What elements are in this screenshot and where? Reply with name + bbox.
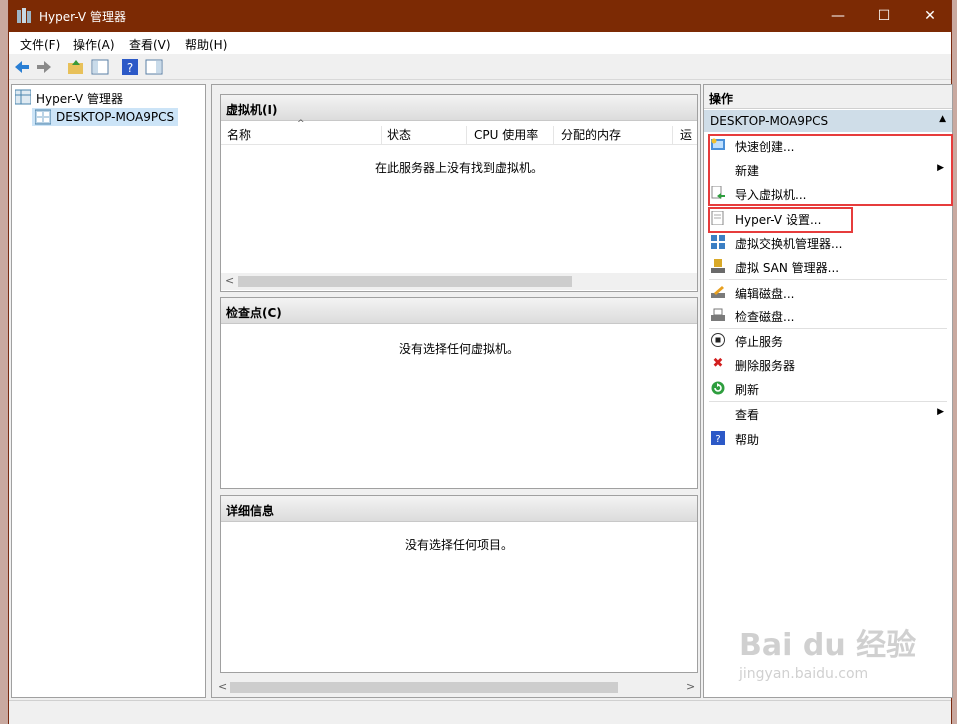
hyperv-manager-window: Hyper-V 管理器 — ☐ ✕ 文件(F) 操作(A) 查看(V) 帮助(H…: [8, 0, 953, 724]
separator: [709, 328, 947, 329]
scrollbar-thumb[interactable]: [238, 276, 572, 287]
tree-root-label: Hyper-V 管理器: [36, 92, 123, 106]
switch-icon: [711, 235, 725, 249]
scroll-left-icon[interactable]: <: [218, 680, 227, 693]
center-pane: 虚拟机(I) 名称 ^ 状态 CPU 使用率 分配的内存 运行 在此服务器上没有…: [211, 84, 701, 698]
menu-file[interactable]: 文件(F): [20, 36, 60, 53]
scroll-left-icon[interactable]: <: [225, 274, 234, 287]
stop-icon: [711, 333, 725, 347]
toolbar: ?: [9, 54, 951, 80]
forward-icon[interactable]: [35, 58, 53, 76]
window-title: Hyper-V 管理器: [39, 10, 126, 24]
show-hide-action-pane-icon[interactable]: [145, 58, 163, 76]
action-new[interactable]: 新建 ▶: [704, 159, 952, 181]
settings-doc-icon: [711, 211, 724, 225]
svg-text:?: ?: [127, 61, 133, 75]
menu-view[interactable]: 查看(V): [129, 36, 171, 53]
scroll-right-icon[interactable]: >: [686, 680, 695, 693]
up-folder-icon[interactable]: [67, 58, 85, 76]
show-hide-tree-icon[interactable]: [91, 58, 109, 76]
refresh-icon: [711, 381, 725, 395]
hyperv-app-icon: [17, 8, 31, 23]
title-bar: Hyper-V 管理器 — ☐ ✕: [9, 0, 951, 32]
actions-pane: 操作 DESKTOP-MOA9PCS ▲ 快速创建... 新建 ▶ 导入虚拟机.…: [703, 84, 953, 698]
tree-server-label: DESKTOP-MOA9PCS: [56, 110, 175, 124]
separator: [709, 279, 947, 280]
checkpoint-empty-message: 没有选择任何虚拟机。: [398, 342, 519, 356]
close-button[interactable]: ✕: [907, 0, 953, 32]
separator: [709, 401, 947, 402]
quick-create-icon: [711, 138, 725, 150]
action-inspect-disk[interactable]: 检查磁盘...: [704, 305, 952, 327]
details-panel: 详细信息 没有选择任何项目。: [220, 495, 698, 673]
action-remove-server[interactable]: ✖ 删除服务器: [704, 354, 952, 376]
col-memory[interactable]: 分配的内存: [561, 126, 673, 144]
collapse-up-icon[interactable]: ▲: [939, 114, 946, 124]
scrollbar-thumb[interactable]: [230, 682, 618, 693]
submenu-arrow-icon: ▶: [937, 407, 944, 417]
san-icon: [711, 259, 725, 273]
help-toolbar-icon[interactable]: ?: [121, 58, 139, 76]
back-icon[interactable]: [13, 58, 31, 76]
delete-icon: ✖: [712, 356, 724, 371]
checkpoint-panel-title: 检查点(C): [221, 298, 697, 324]
details-panel-title: 详细信息: [221, 496, 697, 522]
action-refresh[interactable]: 刷新: [704, 378, 952, 400]
actions-header: 操作: [704, 85, 952, 109]
col-status[interactable]: 状态: [387, 126, 467, 144]
action-virtual-switch-manager[interactable]: 虚拟交换机管理器...: [704, 232, 952, 254]
vm-empty-message: 在此服务器上没有找到虚拟机。: [374, 161, 543, 175]
vm-panel: 虚拟机(I) 名称 ^ 状态 CPU 使用率 分配的内存 运行 在此服务器上没有…: [220, 94, 698, 292]
action-stop-service[interactable]: 停止服务: [704, 330, 952, 352]
status-bar: [9, 700, 951, 724]
navigation-tree: Hyper-V 管理器 DESKTOP-MOA9PCS: [11, 84, 206, 698]
action-virtual-san-manager[interactable]: 虚拟 SAN 管理器...: [704, 256, 952, 278]
watermark-url: jingyan.baidu.com: [739, 666, 869, 682]
watermark-logo-text: Bai du 经验: [739, 628, 917, 663]
edit-disk-icon: [711, 286, 725, 298]
submenu-arrow-icon: ▶: [937, 163, 944, 173]
actions-section-title: DESKTOP-MOA9PCS: [710, 114, 829, 128]
help-icon: ?: [711, 431, 725, 445]
action-import-vm[interactable]: 导入虚拟机...: [704, 183, 952, 205]
vm-horizontal-scrollbar[interactable]: <: [221, 273, 697, 290]
menu-help[interactable]: 帮助(H): [185, 36, 227, 53]
action-quick-create[interactable]: 快速创建...: [704, 135, 952, 157]
vm-column-header: 名称 ^ 状态 CPU 使用率 分配的内存 运行: [221, 119, 698, 145]
checkpoint-panel: 检查点(C) 没有选择任何虚拟机。: [220, 297, 698, 489]
hyperv-manager-icon: [15, 89, 31, 105]
menu-bar: 文件(F) 操作(A) 查看(V) 帮助(H): [9, 32, 951, 54]
col-cpu[interactable]: CPU 使用率: [474, 126, 554, 144]
action-edit-disk[interactable]: 编辑磁盘...: [704, 282, 952, 304]
vm-panel-title: 虚拟机(I): [221, 95, 697, 121]
sort-ascending-icon: ^: [297, 119, 305, 129]
actions-section-header[interactable]: DESKTOP-MOA9PCS ▲: [704, 110, 952, 132]
import-icon: [711, 186, 725, 199]
svg-text:?: ?: [715, 434, 720, 445]
action-help[interactable]: ? 帮助: [704, 428, 952, 450]
inspect-disk-icon: [711, 308, 725, 321]
maximize-button[interactable]: ☐: [861, 0, 907, 32]
minimize-button[interactable]: —: [815, 0, 861, 32]
action-hyperv-settings[interactable]: Hyper-V 设置...: [704, 208, 952, 230]
baidu-watermark: Bai du 经验 jingyan.baidu.com: [739, 620, 929, 700]
col-uptime[interactable]: 运行: [680, 126, 698, 144]
details-empty-message: 没有选择任何项目。: [404, 538, 513, 552]
menu-action[interactable]: 操作(A): [73, 36, 115, 53]
action-view[interactable]: 查看 ▶: [704, 403, 952, 425]
center-horizontal-scrollbar[interactable]: < >: [212, 679, 700, 696]
server-icon: [35, 109, 51, 125]
tree-server-node[interactable]: DESKTOP-MOA9PCS: [32, 108, 178, 126]
